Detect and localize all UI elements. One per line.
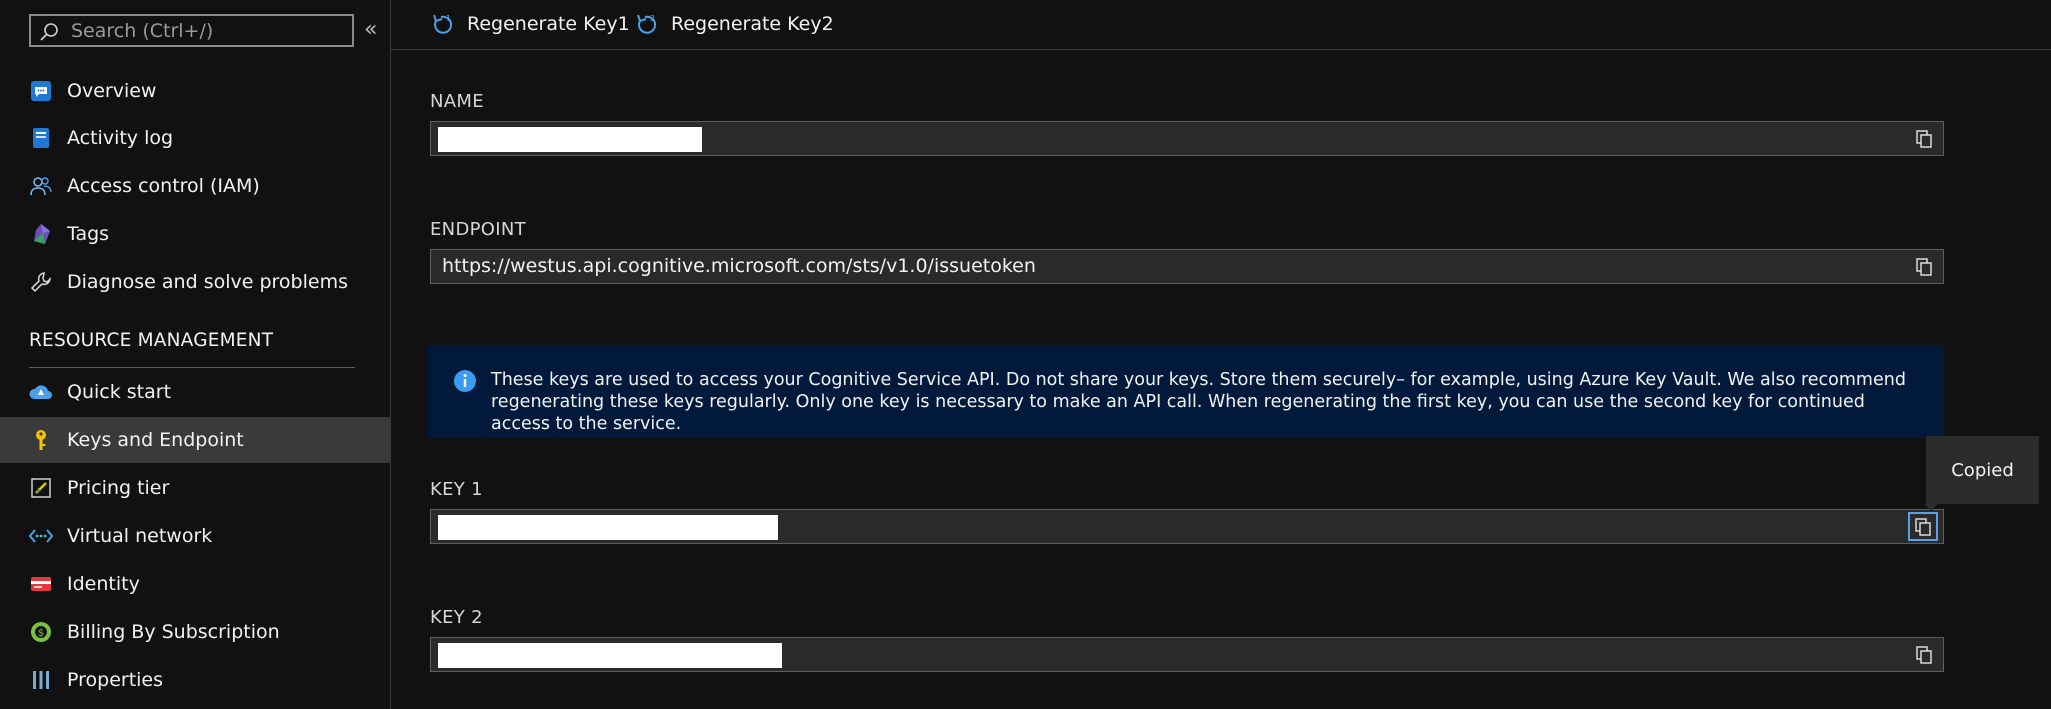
info-text: These keys are used to access your Cogni… [491, 370, 1906, 434]
sidebar-item-label: Activity log [67, 127, 174, 149]
overview-icon [29, 79, 53, 103]
copy-icon [1916, 130, 1932, 148]
sidebar-item-label: Properties [67, 669, 164, 691]
sidebar-item-quick-start[interactable]: Quick start [0, 369, 390, 415]
endpoint-field[interactable]: https://westus.api.cognitive.microsoft.c… [430, 249, 1944, 284]
tag-icon [29, 222, 53, 246]
copy-icon [1916, 646, 1932, 664]
svg-text:$: $ [38, 628, 44, 639]
endpoint-value: https://westus.api.cognitive.microsoft.c… [442, 255, 1036, 277]
pricing-tier-icon [29, 476, 53, 500]
copy-icon [1916, 258, 1932, 276]
redacted-value [438, 515, 778, 540]
key2-label: KEY 2 [430, 607, 483, 628]
sidebar-item-virtual-network[interactable]: Virtual network [0, 513, 390, 559]
name-field[interactable] [430, 121, 1944, 156]
sidebar-item-label: Access control (IAM) [67, 175, 260, 197]
key1-field[interactable] [430, 509, 1944, 544]
sidebar-item-keys-and-endpoint[interactable]: Keys and Endpoint [0, 417, 390, 463]
sidebar-item-properties[interactable]: Properties [0, 657, 390, 703]
sidebar-item-overview[interactable]: Overview [0, 68, 390, 114]
search-box[interactable] [29, 14, 354, 47]
redacted-value [438, 127, 702, 152]
sidebar-item-diagnose[interactable]: Diagnose and solve problems [0, 259, 390, 305]
collapse-sidebar-icon[interactable]: « [364, 18, 377, 42]
command-bar: 1 Regenerate Key1 2 Regenerate Key2 [391, 0, 2051, 50]
name-label: NAME [430, 91, 484, 112]
sidebar-item-label: Identity [67, 573, 140, 595]
copy-key1-button[interactable] [1908, 512, 1938, 541]
info-banner: These keys are used to access your Cogni… [428, 345, 1944, 438]
search-icon [39, 22, 59, 46]
sidebar-item-label: Virtual network [67, 525, 213, 547]
tooltip-text: Copied [1951, 459, 2014, 481]
copied-tooltip: Copied [1926, 436, 2039, 504]
sidebar-item-pricing-tier[interactable]: Pricing tier [0, 465, 390, 511]
endpoint-label: ENDPOINT [430, 219, 526, 240]
copy-endpoint-button[interactable] [1913, 256, 1935, 278]
refresh-icon: 1 [431, 12, 455, 36]
redacted-value [438, 643, 782, 668]
activity-log-icon [29, 126, 53, 150]
properties-icon [29, 668, 53, 692]
key2-field[interactable] [430, 637, 1944, 672]
wrench-icon [29, 270, 53, 294]
sidebar-item-label: Diagnose and solve problems [67, 271, 348, 293]
sidebar-item-identity[interactable]: Identity [0, 561, 390, 607]
copy-icon [1915, 517, 1931, 536]
tooltip-beak [1924, 504, 1938, 511]
section-header-resource-management: RESOURCE MANAGEMENT [29, 330, 355, 368]
sidebar-item-activity-log[interactable]: Activity log [0, 115, 390, 161]
sidebar: « Overview Activity log Access control (… [0, 0, 391, 709]
sidebar-item-label: Billing By Subscription [67, 621, 280, 643]
copy-key2-button[interactable] [1913, 644, 1935, 666]
sidebar-item-tags[interactable]: Tags [0, 211, 390, 257]
sidebar-item-label: Quick start [67, 381, 172, 403]
sidebar-item-label: Overview [67, 80, 157, 102]
svg-text:1: 1 [446, 14, 451, 23]
info-icon [453, 369, 477, 397]
regenerate-key2-label: Regenerate Key2 [671, 13, 834, 35]
billing-icon: $ [29, 620, 53, 644]
regenerate-key1-button[interactable]: 1 Regenerate Key1 [431, 10, 630, 38]
search-input[interactable] [71, 18, 341, 43]
sidebar-item-label: Keys and Endpoint [67, 429, 244, 451]
sidebar-item-label: Pricing tier [67, 477, 170, 499]
identity-icon [29, 572, 53, 596]
sidebar-item-billing[interactable]: $ Billing By Subscription [0, 609, 390, 655]
key-icon [29, 428, 53, 452]
sidebar-item-label: Tags [67, 223, 110, 245]
refresh-icon: 2 [635, 12, 659, 36]
regenerate-key1-label: Regenerate Key1 [467, 13, 630, 35]
quick-start-icon [29, 380, 53, 404]
key1-label: KEY 1 [430, 479, 483, 500]
virtual-network-icon [29, 524, 53, 548]
regenerate-key2-button[interactable]: 2 Regenerate Key2 [635, 10, 834, 38]
copy-name-button[interactable] [1913, 128, 1935, 150]
svg-text:2: 2 [650, 14, 655, 23]
sidebar-item-access-control[interactable]: Access control (IAM) [0, 163, 390, 209]
iam-icon [29, 174, 53, 198]
